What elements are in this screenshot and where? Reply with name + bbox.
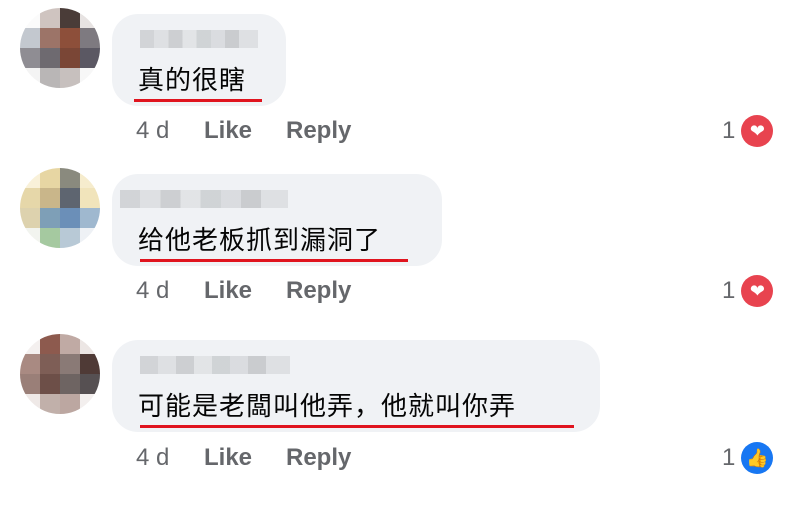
comment-actions: 4 d Like Reply bbox=[136, 443, 351, 473]
blurred-author-name[interactable] bbox=[140, 356, 290, 374]
reply-button[interactable]: Reply bbox=[286, 444, 351, 472]
comment-bubble: 可能是老闆叫他弄，他就叫你弄 bbox=[112, 340, 600, 432]
comment-bubble: 真的很瞎 bbox=[112, 14, 286, 106]
reply-button[interactable]: Reply bbox=[286, 277, 351, 305]
avatar[interactable] bbox=[20, 334, 100, 414]
reaction-count: 1 bbox=[722, 117, 736, 144]
reaction-count: 1 bbox=[722, 277, 736, 304]
comment-text: 可能是老闆叫他弄，他就叫你弄 bbox=[138, 392, 517, 422]
comment-text: 给他老板抓到漏洞了 bbox=[138, 226, 382, 256]
like-button[interactable]: Like bbox=[204, 117, 286, 145]
reaction-count: 1 bbox=[722, 444, 736, 471]
blurred-author-name[interactable] bbox=[120, 190, 288, 208]
comment-timestamp[interactable]: 4 d bbox=[136, 444, 204, 472]
blurred-author-name[interactable] bbox=[140, 30, 258, 48]
reaction-summary[interactable]: 1 ❤ bbox=[722, 274, 774, 308]
comment-actions: 4 d Like Reply bbox=[136, 276, 351, 306]
comment-timestamp[interactable]: 4 d bbox=[136, 277, 204, 305]
red-underline bbox=[140, 259, 408, 262]
heart-icon: ❤ bbox=[741, 275, 774, 307]
comment-timestamp[interactable]: 4 d bbox=[136, 117, 204, 145]
avatar[interactable] bbox=[20, 168, 100, 248]
comment-text: 真的很瞎 bbox=[138, 66, 247, 96]
comment-actions: 4 d Like Reply bbox=[136, 116, 351, 146]
like-button[interactable]: Like bbox=[204, 444, 286, 472]
red-underline bbox=[134, 99, 262, 102]
comment-bubble: 给他老板抓到漏洞了 bbox=[112, 174, 442, 266]
reply-button[interactable]: Reply bbox=[286, 117, 351, 145]
thumbs-up-icon: 👍 bbox=[741, 442, 774, 474]
like-button[interactable]: Like bbox=[204, 277, 286, 305]
red-underline bbox=[140, 425, 574, 428]
heart-icon: ❤ bbox=[741, 115, 774, 147]
reaction-summary[interactable]: 1 ❤ bbox=[722, 114, 774, 148]
reaction-summary[interactable]: 1 👍 bbox=[722, 441, 774, 475]
avatar[interactable] bbox=[20, 8, 100, 88]
